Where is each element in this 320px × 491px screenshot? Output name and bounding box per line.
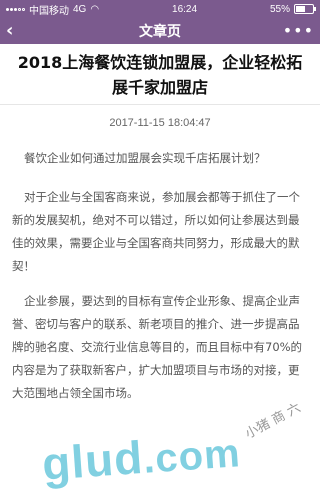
battery-icon: [294, 4, 316, 14]
page-title: 文章页: [139, 24, 181, 40]
carrier-name: 中国移动: [29, 5, 69, 17]
watermark-text: glud: [40, 430, 145, 490]
nav-bar: ‹ 文章页 •••: [0, 18, 320, 44]
title-divider: [0, 104, 320, 105]
network-type: 4G: [73, 3, 87, 15]
more-options-icon[interactable]: •••: [283, 23, 314, 39]
back-chevron-icon[interactable]: ‹: [6, 22, 26, 40]
wifi-icon: ◠: [90, 3, 100, 15]
article-paragraph: 企业参展，要达到的目标有宣传企业形象、提高企业声誉、密切与客户的联系、新老项目的…: [12, 294, 303, 400]
article-paragraph: 对于企业与全国客商来说，参加展会都等于抓住了一个新的发展契机，绝对不可以错过，所…: [12, 190, 300, 273]
article: 2018上海餐饮连锁加盟展，企业轻松拓展千家加盟店 2017-11-15 18:…: [0, 50, 320, 405]
battery-percent: 55%: [269, 3, 290, 15]
clock: 16:24: [172, 3, 198, 15]
status-bar: 中国移动 4G ◠ 16:24 55%: [0, 0, 320, 18]
article-paragraph: 餐饮企业如何通过加盟展会实现千店拓展计划？: [24, 151, 266, 165]
signal-icon: [6, 7, 25, 11]
watermark-logo: glud.com: [40, 423, 242, 491]
publish-date: 2017-11-15 18:04:47: [109, 117, 211, 129]
article-title: 2018上海餐饮连锁加盟展，企业轻松拓展千家加盟店: [17, 53, 303, 97]
watermark-suffix: .com: [141, 431, 242, 482]
